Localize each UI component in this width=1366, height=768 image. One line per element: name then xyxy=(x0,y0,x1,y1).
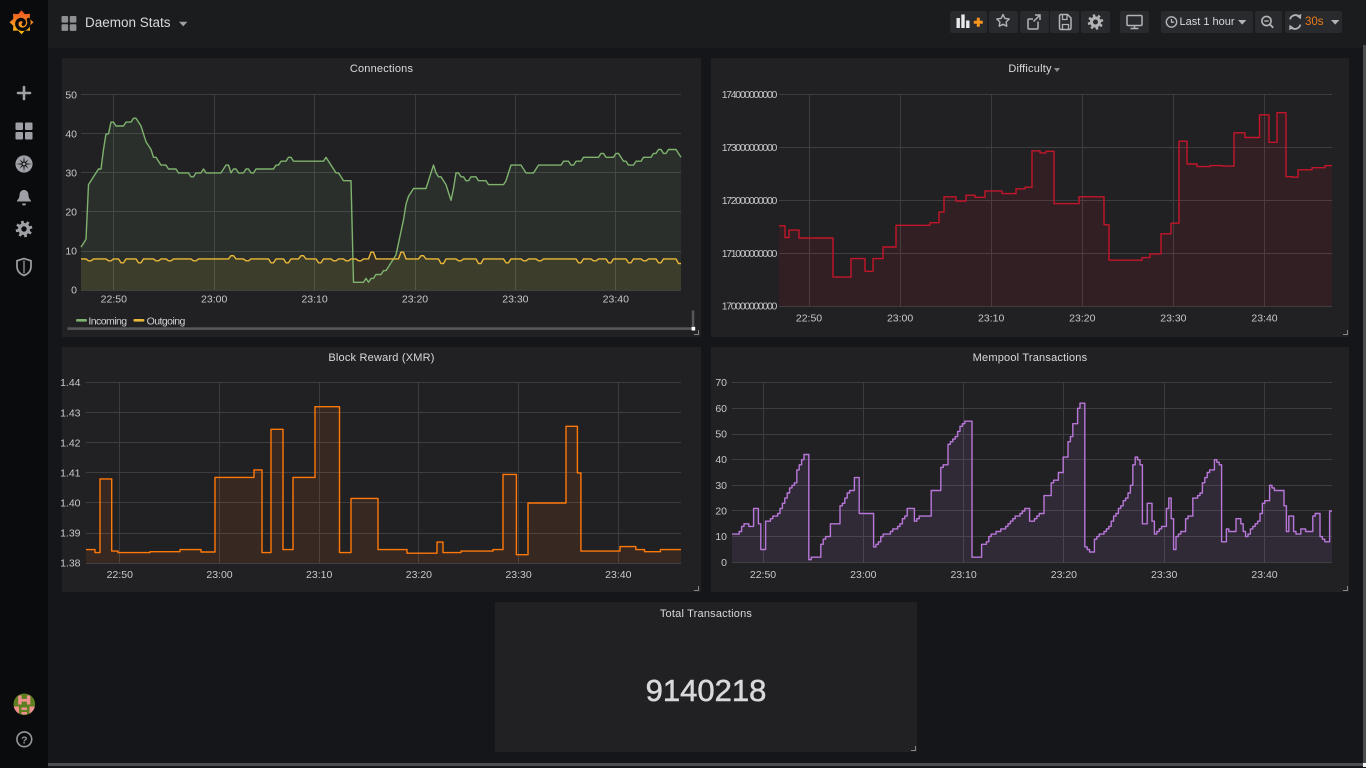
svg-text:Incoming: Incoming xyxy=(88,315,127,327)
svg-text:Outgoing: Outgoing xyxy=(147,315,186,327)
